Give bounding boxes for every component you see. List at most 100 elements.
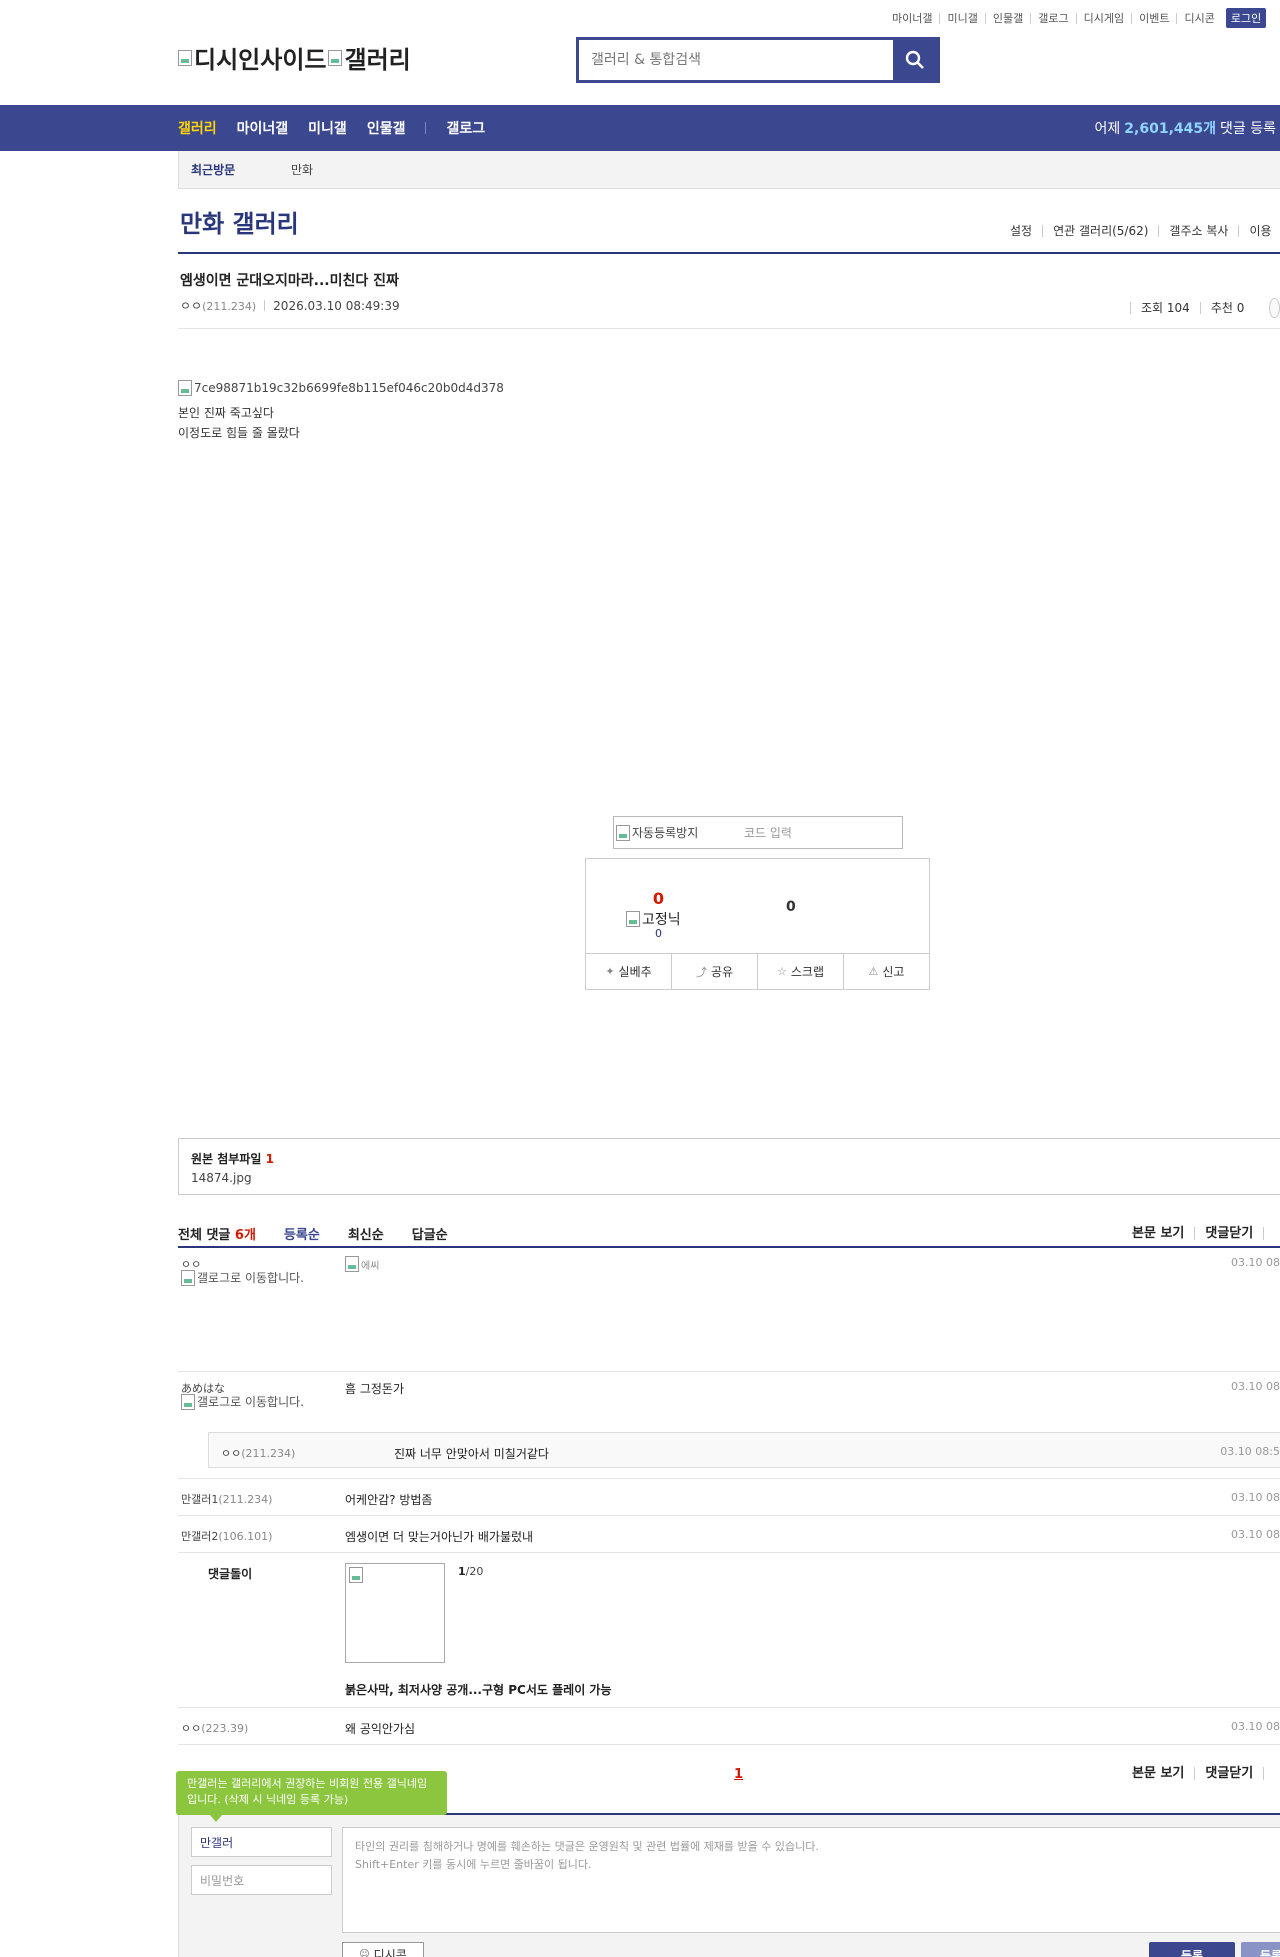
util-nav: 마이너갤 미니갤 인물갤 갤로그 디시게임 이벤트 디시콘 로그인 <box>892 8 1280 28</box>
comment-date: 03.10 08 <box>1231 1380 1280 1393</box>
recommend-count: 0 <box>652 889 665 908</box>
close-comments-button[interactable]: 댓글닫기 <box>1194 1226 1263 1240</box>
report-button[interactable]: ⚠ 신고 <box>843 954 929 989</box>
attachment-count: 1 <box>265 1152 274 1166</box>
broken-image-icon <box>178 380 192 396</box>
attachment-label: 원본 첨부파일 1 <box>191 1152 274 1166</box>
comment-text: 왜 공익안가심 <box>345 1722 416 1736</box>
logo-gallery: 갤러리 <box>328 40 411 75</box>
recent-gallery-link[interactable]: 만화 <box>291 161 313 178</box>
share-button[interactable]: ⤴ 공유 <box>671 954 757 989</box>
post-stats: 조회 104 추천 0 <box>1130 298 1280 318</box>
view-post-button[interactable]: 본문 보기 <box>1122 1227 1194 1240</box>
post-date: 2026.03.10 08:49:39 <box>273 298 400 313</box>
search-input[interactable] <box>579 40 893 80</box>
close-comments-button[interactable]: 댓글닫기 <box>1194 1767 1263 1780</box>
share-circle-icon[interactable] <box>1269 298 1280 318</box>
post-recommends: 추천 0 <box>1199 302 1255 314</box>
attachment-file-link[interactable]: 14874.jpg <box>191 1171 1268 1185</box>
view-post-button[interactable]: 본문 보기 <box>1122 1767 1194 1780</box>
reply-text: 진짜 너무 안맞아서 미칠거같다 <box>394 1447 549 1461</box>
search-button[interactable] <box>893 40 937 80</box>
realbest-button[interactable]: ✦ 실베추 <box>586 954 671 989</box>
comment-date: 03.10 08 <box>1231 1256 1280 1269</box>
nav-gallog[interactable]: 갤로그 <box>446 118 485 138</box>
comment-item: 만갤러2(106.101) 엠생이면 더 맞는거아닌가 배가불렀내 03.10 … <box>178 1516 1280 1553</box>
related-galleries[interactable]: 연관 갤러리(5/62) <box>1042 225 1158 237</box>
copy-gallery-url[interactable]: 갤주소 복사 <box>1158 225 1238 237</box>
logo-dcinside: 디시인사이드 <box>178 40 326 75</box>
gallog-link[interactable]: 갤로그로 이동합니다. <box>181 1270 316 1286</box>
util-mini-gallery[interactable]: 미니갤 <box>939 12 984 24</box>
siren-icon: ⚠ <box>868 965 879 978</box>
post-image: 7ce98871b19c32b6699fe8b115ef046c20b0d4d3… <box>178 380 504 396</box>
recent-visits-bar: 최근방문 만화 <box>178 151 1280 189</box>
comment-nick[interactable]: 만갤러2(106.101) <box>181 1528 272 1544</box>
comment-bot-pager: 1/20 <box>458 1565 484 1578</box>
comment-bot-thumbnail[interactable] <box>345 1563 445 1663</box>
site-logo[interactable]: 디시인사이드 갤러리 <box>178 40 411 75</box>
comment-item: ㅇㅇ 갤로그로 이동합니다. 에씨 03.10 08 <box>178 1248 1280 1372</box>
gallery-usage[interactable]: 이용 <box>1238 225 1280 237</box>
comment-bot: 댓글돌이 1/20 붉은사막, 최저사양 공개...구형 PC서도 플레이 가능 <box>178 1553 1280 1708</box>
comment-nick[interactable]: 만갤러1(211.234) <box>181 1491 272 1507</box>
comment-text: 엠생이면 더 맞는거아닌가 배가불렀내 <box>345 1530 534 1544</box>
scrap-button[interactable]: ☆ 스크랩 <box>757 954 843 989</box>
gallog-link[interactable]: 갤로그로 이동합니다. <box>181 1394 316 1410</box>
nav-mini-gallery[interactable]: 미니갤 <box>308 118 347 138</box>
gallery-settings[interactable]: 설정 <box>1000 225 1042 237</box>
recent-visits-label[interactable]: 최근방문 <box>179 161 291 178</box>
sort-latest[interactable]: 최신순 <box>348 1224 384 1243</box>
comment-bot-label: 댓글돌이 <box>208 1567 253 1581</box>
yesterday-stat: 어제 2,601,445개 댓글 등록 <box>1095 105 1276 151</box>
reply-date: 03.10 08:5 <box>1220 1445 1280 1458</box>
dccon-button[interactable]: ☺ 디시콘 <box>342 1942 424 1957</box>
meta-divider <box>264 300 266 311</box>
util-event[interactable]: 이벤트 <box>1131 12 1176 24</box>
gallery-links: 설정 연관 갤러리(5/62) 갤주소 복사 이용 <box>1000 225 1280 237</box>
post-author[interactable]: ㅇㅇ(211.234) <box>180 297 256 314</box>
comment-textarea[interactable]: 타인의 권리를 침해하거나 명예를 훼손하는 댓글은 운영원칙 및 관련 법률에… <box>342 1827 1280 1933</box>
comment-page-1[interactable]: 1 <box>734 1767 743 1782</box>
unrecommend-count[interactable]: 0 <box>786 899 796 915</box>
fixed-nick-image: 고정닉 <box>626 909 681 929</box>
footer-divider <box>1263 1767 1280 1780</box>
nav-person-gallery[interactable]: 인물갤 <box>367 118 406 138</box>
dccon-icon: ☺ <box>359 1948 370 1957</box>
comments-header: 전체 댓글 6개 등록순 최신순 답글순 본문 보기 댓글닫기 <box>178 1220 1280 1246</box>
broken-image-icon <box>616 824 630 841</box>
submit-recommend-button[interactable]: 등록 <box>1241 1942 1280 1957</box>
header-divider <box>1263 1226 1280 1240</box>
broken-image-icon <box>345 1256 359 1272</box>
nav-minor-gallery[interactable]: 마이너갤 <box>237 118 289 138</box>
comment-nick[interactable]: ㅇㅇ(223.39) <box>181 1720 248 1736</box>
util-gallog[interactable]: 갤로그 <box>1030 12 1075 24</box>
sort-replies[interactable]: 답글순 <box>412 1224 448 1243</box>
util-dccon[interactable]: 디시콘 <box>1176 12 1221 24</box>
broken-image-icon <box>349 1567 365 1583</box>
realbest-icon: ✦ <box>605 965 615 978</box>
reply-nick[interactable]: ㅇㅇ(211.234) <box>221 1445 295 1461</box>
captcha-image: 자동등록방지 <box>614 824 744 841</box>
broken-image-icon <box>178 49 192 66</box>
post-views: 조회 104 <box>1130 302 1200 314</box>
comment-total: 전체 댓글 6개 <box>178 1227 256 1243</box>
recommend-button[interactable]: 0 고정닉 0 <box>586 859 731 954</box>
comment-bot-headline[interactable]: 붉은사막, 최저사양 공개...구형 PC서도 플레이 가능 <box>345 1681 612 1698</box>
util-minor-gallery[interactable]: 마이너갤 <box>892 13 939 24</box>
sort-registered[interactable]: 등록순 <box>284 1224 320 1243</box>
gallery-title[interactable]: 만화 갤러리 <box>180 204 299 239</box>
post-header-divider <box>178 328 1280 329</box>
util-person-gallery[interactable]: 인물갤 <box>984 12 1030 24</box>
login-button[interactable]: 로그인 <box>1225 8 1267 28</box>
nav-gallery[interactable]: 갤러리 <box>178 118 217 138</box>
captcha-input[interactable]: 코드 입력 <box>744 824 792 841</box>
util-dcgame[interactable]: 디시게임 <box>1075 12 1131 24</box>
post-meta: ㅇㅇ(211.234) 2026.03.10 08:49:39 <box>180 297 400 314</box>
nickname-field[interactable]: 만갤러 <box>191 1827 332 1857</box>
password-field[interactable]: 비밀번호 <box>191 1865 332 1895</box>
fixed-nick-count: 0 <box>655 927 662 940</box>
submit-button[interactable]: 등록 <box>1149 1942 1235 1957</box>
comment-text: 어케안감? 방법좀 <box>345 1493 433 1507</box>
comment-item: ㅇㅇ(223.39) 왜 공익안가심 03.10 08 <box>178 1708 1280 1745</box>
